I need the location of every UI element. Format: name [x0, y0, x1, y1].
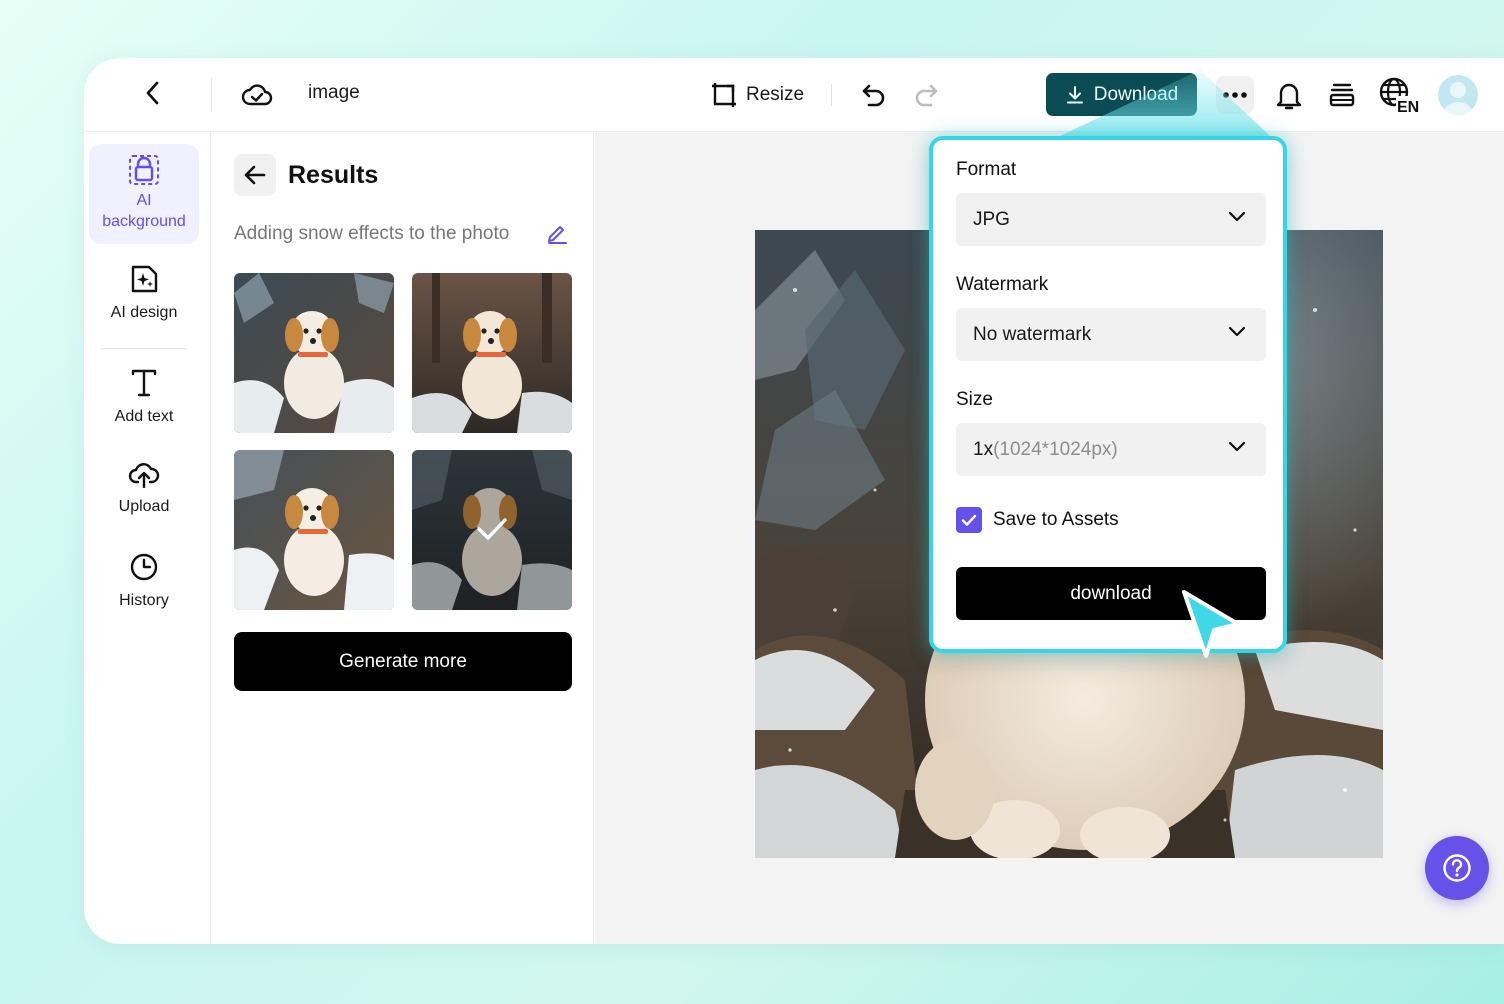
- chevron-down-icon: [1228, 211, 1246, 222]
- watermark-select[interactable]: No watermark: [956, 308, 1266, 361]
- size-select[interactable]: 1x (1024*1024px): [956, 423, 1266, 476]
- result-thumbnail-4-selected[interactable]: [412, 450, 572, 610]
- resize-button[interactable]: Resize: [710, 78, 804, 112]
- results-title: Results: [288, 161, 379, 189]
- globe-icon: EN: [1379, 77, 1420, 116]
- size-value-detail: (1024*1024px): [993, 438, 1118, 460]
- edit-prompt-button[interactable]: [546, 222, 570, 246]
- format-label: Format: [956, 159, 1017, 180]
- resize-label: Resize: [746, 84, 805, 105]
- ai-background-icon: [129, 155, 159, 185]
- save-to-assets-label[interactable]: Save to Assets: [993, 509, 1119, 531]
- top-toolbar: image Resize Download EN: [84, 58, 1504, 132]
- language-code: EN: [1397, 99, 1419, 114]
- prompt-text: Adding snow effects to the photo: [234, 223, 510, 244]
- result-thumbnail-3[interactable]: [234, 450, 394, 610]
- watermark-label: Watermark: [956, 274, 1049, 295]
- app-window: image Resize Download EN AI background A…: [84, 58, 1504, 944]
- redo-icon: [915, 84, 938, 107]
- dog-photo-thumbnail: [412, 273, 572, 433]
- undo-icon: [862, 84, 885, 107]
- help-button[interactable]: [1425, 836, 1489, 900]
- generate-more-button[interactable]: Generate more: [234, 632, 572, 691]
- document-title[interactable]: image: [308, 82, 360, 104]
- language-button[interactable]: EN: [1378, 76, 1420, 116]
- redo-button[interactable]: [911, 78, 941, 112]
- format-select[interactable]: JPG: [956, 193, 1266, 246]
- format-value: JPG: [973, 208, 1010, 230]
- size-label: Size: [956, 389, 993, 410]
- results-back-button[interactable]: [234, 154, 276, 196]
- checkmark-icon: [961, 514, 977, 526]
- chevron-down-icon: [1228, 326, 1246, 337]
- sidebar-item-label: Upload: [118, 498, 170, 515]
- sidebar-item-ai-design[interactable]: AI design: [89, 264, 199, 323]
- cloud-sync-icon[interactable]: [240, 78, 274, 112]
- chevron-down-icon: [1228, 441, 1246, 452]
- back-button[interactable]: [138, 78, 168, 108]
- question-icon: [1443, 854, 1471, 882]
- sidebar-item-history[interactable]: History: [89, 552, 199, 611]
- save-to-assets-checkbox[interactable]: [956, 507, 982, 533]
- clock-icon: [130, 553, 158, 581]
- sidebar-item-label: History: [119, 592, 169, 609]
- layers-button[interactable]: [1325, 78, 1359, 112]
- sidebar-item-ai-background[interactable]: AI background: [89, 144, 199, 244]
- pencil-icon: [548, 226, 567, 244]
- sidebar-item-upload[interactable]: Upload: [89, 460, 199, 517]
- sidebar-item-label: background: [102, 213, 186, 230]
- sidebar-item-add-text[interactable]: Add text: [89, 368, 199, 427]
- pointer-cursor-icon: [1182, 590, 1240, 658]
- avatar[interactable]: [1438, 75, 1478, 115]
- avatar-icon: [1443, 82, 1473, 115]
- watermark-value: No watermark: [973, 323, 1092, 345]
- checkmark-icon: [477, 518, 507, 540]
- arrow-left-icon: [244, 165, 266, 185]
- sidebar-divider: [102, 348, 186, 349]
- results-panel: Results Adding snow effects to the photo: [212, 132, 594, 944]
- header-divider: [211, 78, 212, 112]
- tool-sidebar: AI background AI design Add text Upload …: [84, 132, 211, 944]
- result-thumbnail-2[interactable]: [412, 273, 572, 433]
- dog-photo-thumbnail: [234, 273, 394, 433]
- text-icon: [131, 369, 157, 397]
- sidebar-item-label: AI design: [110, 304, 178, 321]
- layers-icon: [1329, 83, 1355, 107]
- result-thumbnail-1[interactable]: [234, 273, 394, 433]
- sidebar-item-label: Add text: [114, 408, 174, 425]
- download-popup: Format JPG Watermark No watermark Size 1…: [929, 136, 1287, 653]
- resize-icon: [712, 83, 736, 107]
- upload-cloud-icon: [128, 463, 160, 488]
- header-divider-2: [831, 84, 832, 106]
- undo-button[interactable]: [859, 78, 889, 112]
- ai-design-icon: [131, 265, 158, 293]
- chevron-left-icon: [146, 81, 159, 105]
- dog-photo-thumbnail: [234, 450, 394, 610]
- size-value: 1x: [973, 438, 994, 460]
- sidebar-item-label: AI: [136, 192, 152, 209]
